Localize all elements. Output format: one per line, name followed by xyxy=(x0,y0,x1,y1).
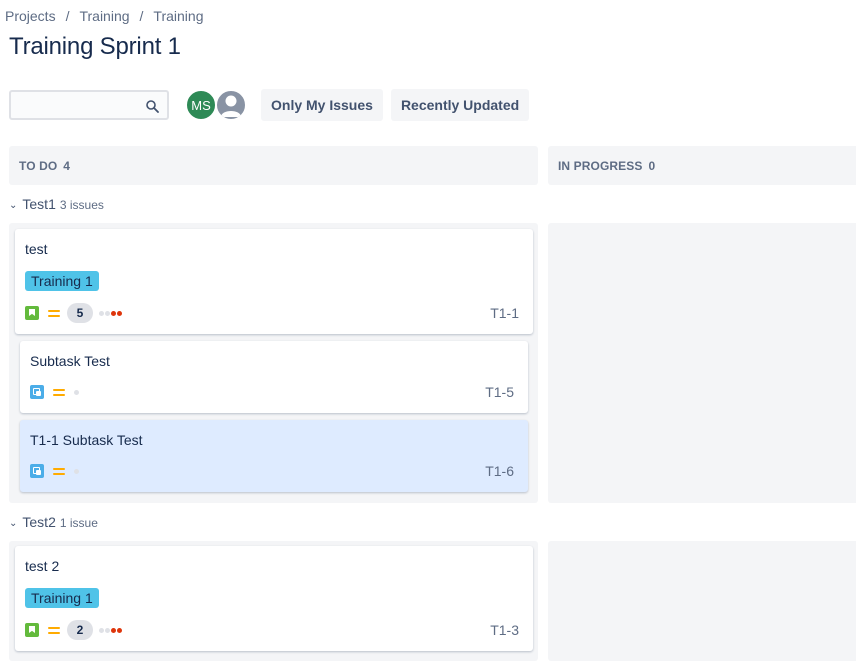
issue-card[interactable]: test Training 1 5 T1-1 xyxy=(15,229,533,334)
dot xyxy=(105,627,110,633)
column-name: IN PROGRESS xyxy=(558,158,643,173)
issue-card[interactable]: test 2 Training 1 2 T1-3 xyxy=(15,546,533,651)
story-points-badge: 5 xyxy=(67,303,93,323)
subtask-icon xyxy=(30,385,44,399)
card-footer xyxy=(30,385,79,399)
swimlane-header-test2[interactable]: ⌄ Test2 1 issue xyxy=(9,514,98,530)
avatar-ms[interactable]: MS xyxy=(185,89,217,121)
issue-summary: T1-1 Subtask Test xyxy=(30,432,143,448)
dot xyxy=(111,627,116,633)
card-footer: 2 xyxy=(25,620,122,640)
swimlane-name: Test1 xyxy=(22,196,56,212)
breadcrumb-training-project[interactable]: Training xyxy=(79,8,129,24)
status-dots-icon xyxy=(99,310,122,316)
swimlane-header-test1[interactable]: ⌄ Test1 3 issues xyxy=(9,196,104,212)
epic-label: Training 1 xyxy=(25,271,99,291)
breadcrumb-projects[interactable]: Projects xyxy=(5,8,56,24)
swimlane-count: 3 issues xyxy=(59,198,104,212)
priority-medium-icon xyxy=(47,308,61,318)
dot xyxy=(111,310,116,316)
story-points-badge: 2 xyxy=(67,620,93,640)
priority-medium-icon xyxy=(52,387,66,397)
issue-summary: test 2 xyxy=(25,558,60,574)
user-icon xyxy=(221,95,241,117)
issue-summary: Subtask Test xyxy=(30,353,110,369)
dot xyxy=(105,310,110,316)
dot xyxy=(74,468,79,474)
subtask-card-selected[interactable]: T1-1 Subtask Test T1-6 xyxy=(20,420,528,492)
avatar-unassigned[interactable] xyxy=(215,89,247,121)
card-footer xyxy=(30,464,79,478)
dot xyxy=(74,389,79,395)
chevron-down-icon: ⌄ xyxy=(9,518,18,529)
column-count: 4 xyxy=(63,158,71,173)
issue-key[interactable]: T1-3 xyxy=(490,622,519,638)
status-dots-icon xyxy=(99,627,122,633)
story-icon xyxy=(25,623,39,637)
story-icon xyxy=(25,306,39,320)
search-icon xyxy=(146,100,159,113)
recently-updated-button[interactable]: Recently Updated xyxy=(390,89,530,121)
column-count: 0 xyxy=(648,158,656,173)
subtask-card[interactable]: Subtask Test T1-5 xyxy=(20,341,528,413)
subtask-icon xyxy=(30,464,44,478)
breadcrumb-separator: / xyxy=(139,8,144,24)
card-footer: 5 xyxy=(25,303,122,323)
search-box[interactable] xyxy=(9,90,169,120)
status-dots-icon xyxy=(74,389,79,395)
assignee-filter: MS xyxy=(185,89,247,121)
priority-medium-icon xyxy=(52,466,66,476)
chevron-down-icon: ⌄ xyxy=(9,200,18,211)
issue-key[interactable]: T1-1 xyxy=(490,305,519,321)
dot xyxy=(99,627,104,633)
column-header-todo: TO DO 4 xyxy=(9,146,538,185)
page-title: Training Sprint 1 xyxy=(9,33,181,60)
priority-medium-icon xyxy=(47,625,61,635)
dot xyxy=(99,310,104,316)
issue-summary: test xyxy=(25,241,48,257)
swimlane-count: 1 issue xyxy=(59,516,98,530)
status-dots-icon xyxy=(74,468,79,474)
column-name: TO DO xyxy=(19,158,58,173)
breadcrumb-separator: / xyxy=(65,8,70,24)
breadcrumb-training-board[interactable]: Training xyxy=(153,8,203,24)
lane-in-progress-test2 xyxy=(548,541,856,661)
swimlane-name: Test2 xyxy=(22,514,56,530)
issue-key[interactable]: T1-5 xyxy=(485,384,514,400)
dot xyxy=(117,310,122,316)
only-my-issues-button[interactable]: Only My Issues xyxy=(261,89,383,121)
search-input[interactable] xyxy=(11,92,141,118)
epic-label: Training 1 xyxy=(25,588,99,608)
issue-key[interactable]: T1-6 xyxy=(485,463,514,479)
dot xyxy=(117,627,122,633)
column-header-in-progress: IN PROGRESS 0 xyxy=(548,146,856,185)
breadcrumb: Projects / Training / Training xyxy=(5,8,203,24)
board-toolbar: MS Only My Issues Recently Updated xyxy=(9,89,530,121)
lane-in-progress-test1 xyxy=(548,223,856,503)
